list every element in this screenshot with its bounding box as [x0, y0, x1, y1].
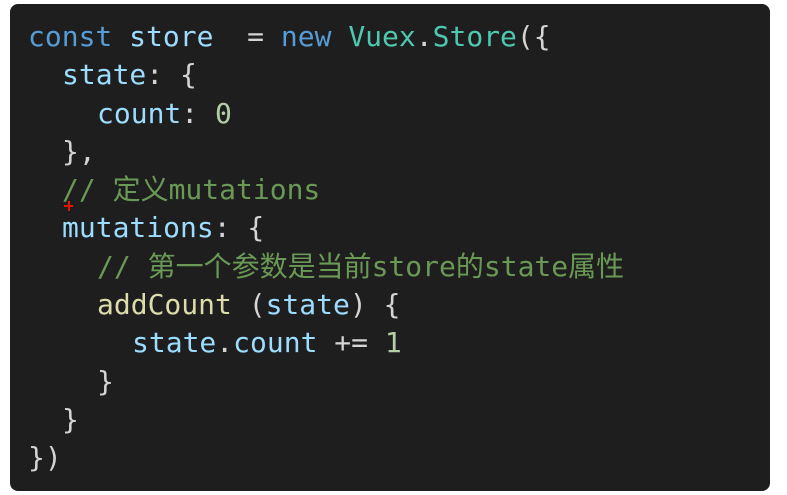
dot-operator: . — [216, 326, 234, 360]
colon: : — [181, 96, 216, 130]
key-count: count — [97, 96, 182, 130]
object-open: : { — [146, 58, 197, 92]
object-open: : { — [213, 211, 265, 245]
keyword-new: new — [280, 20, 332, 53]
assign-operator: = — [213, 20, 281, 53]
code-block: const store = new Vuex.Store({ state: { … — [10, 4, 770, 491]
code-line-4: }, — [28, 133, 770, 171]
dot-operator: . — [415, 20, 433, 53]
open-brace: ({ — [516, 20, 551, 53]
keyword-const: const — [28, 20, 113, 53]
namespace-vuex: Vuex — [348, 20, 416, 53]
variable-store: store — [129, 20, 214, 53]
number-one: 1 — [384, 326, 402, 360]
object-state: state — [132, 326, 217, 360]
code-line-3: count: 0 — [28, 95, 770, 133]
plus-assign-operator: += — [317, 326, 385, 360]
object-close: }, — [62, 134, 96, 168]
store-close: }) — [28, 441, 62, 475]
number-zero: 0 — [215, 96, 232, 130]
code-line-12: }) — [28, 439, 770, 477]
function-close: } — [97, 364, 114, 398]
code-line-8: addCount (state) { — [28, 286, 770, 324]
class-store: Store — [432, 20, 517, 53]
code-line-6: mutations: { — [28, 209, 770, 247]
paren-open: ( — [231, 288, 266, 322]
object-close: } — [62, 402, 79, 436]
key-state: state — [62, 58, 147, 92]
code-line-7: // 第一个参数是当前store的state属性 — [28, 248, 770, 286]
paren-close: ) { — [349, 288, 401, 322]
comment-mutations: // 定义mutations — [62, 173, 321, 207]
param-state: state — [265, 288, 350, 322]
property-count: count — [233, 326, 318, 360]
code-line-2: state: { — [28, 56, 770, 94]
code-line-11: } — [28, 401, 770, 439]
key-mutations: mutations — [62, 211, 214, 245]
code-line-5: // 定义mutations — [28, 171, 770, 212]
function-addcount: addCount — [97, 288, 232, 322]
code-line-10: } — [28, 363, 770, 401]
code-line-1: const store = new Vuex.Store({ — [28, 18, 770, 56]
comment-first-param: // 第一个参数是当前store的state属性 — [97, 249, 625, 283]
code-line-9: state.count += 1 — [28, 324, 770, 362]
